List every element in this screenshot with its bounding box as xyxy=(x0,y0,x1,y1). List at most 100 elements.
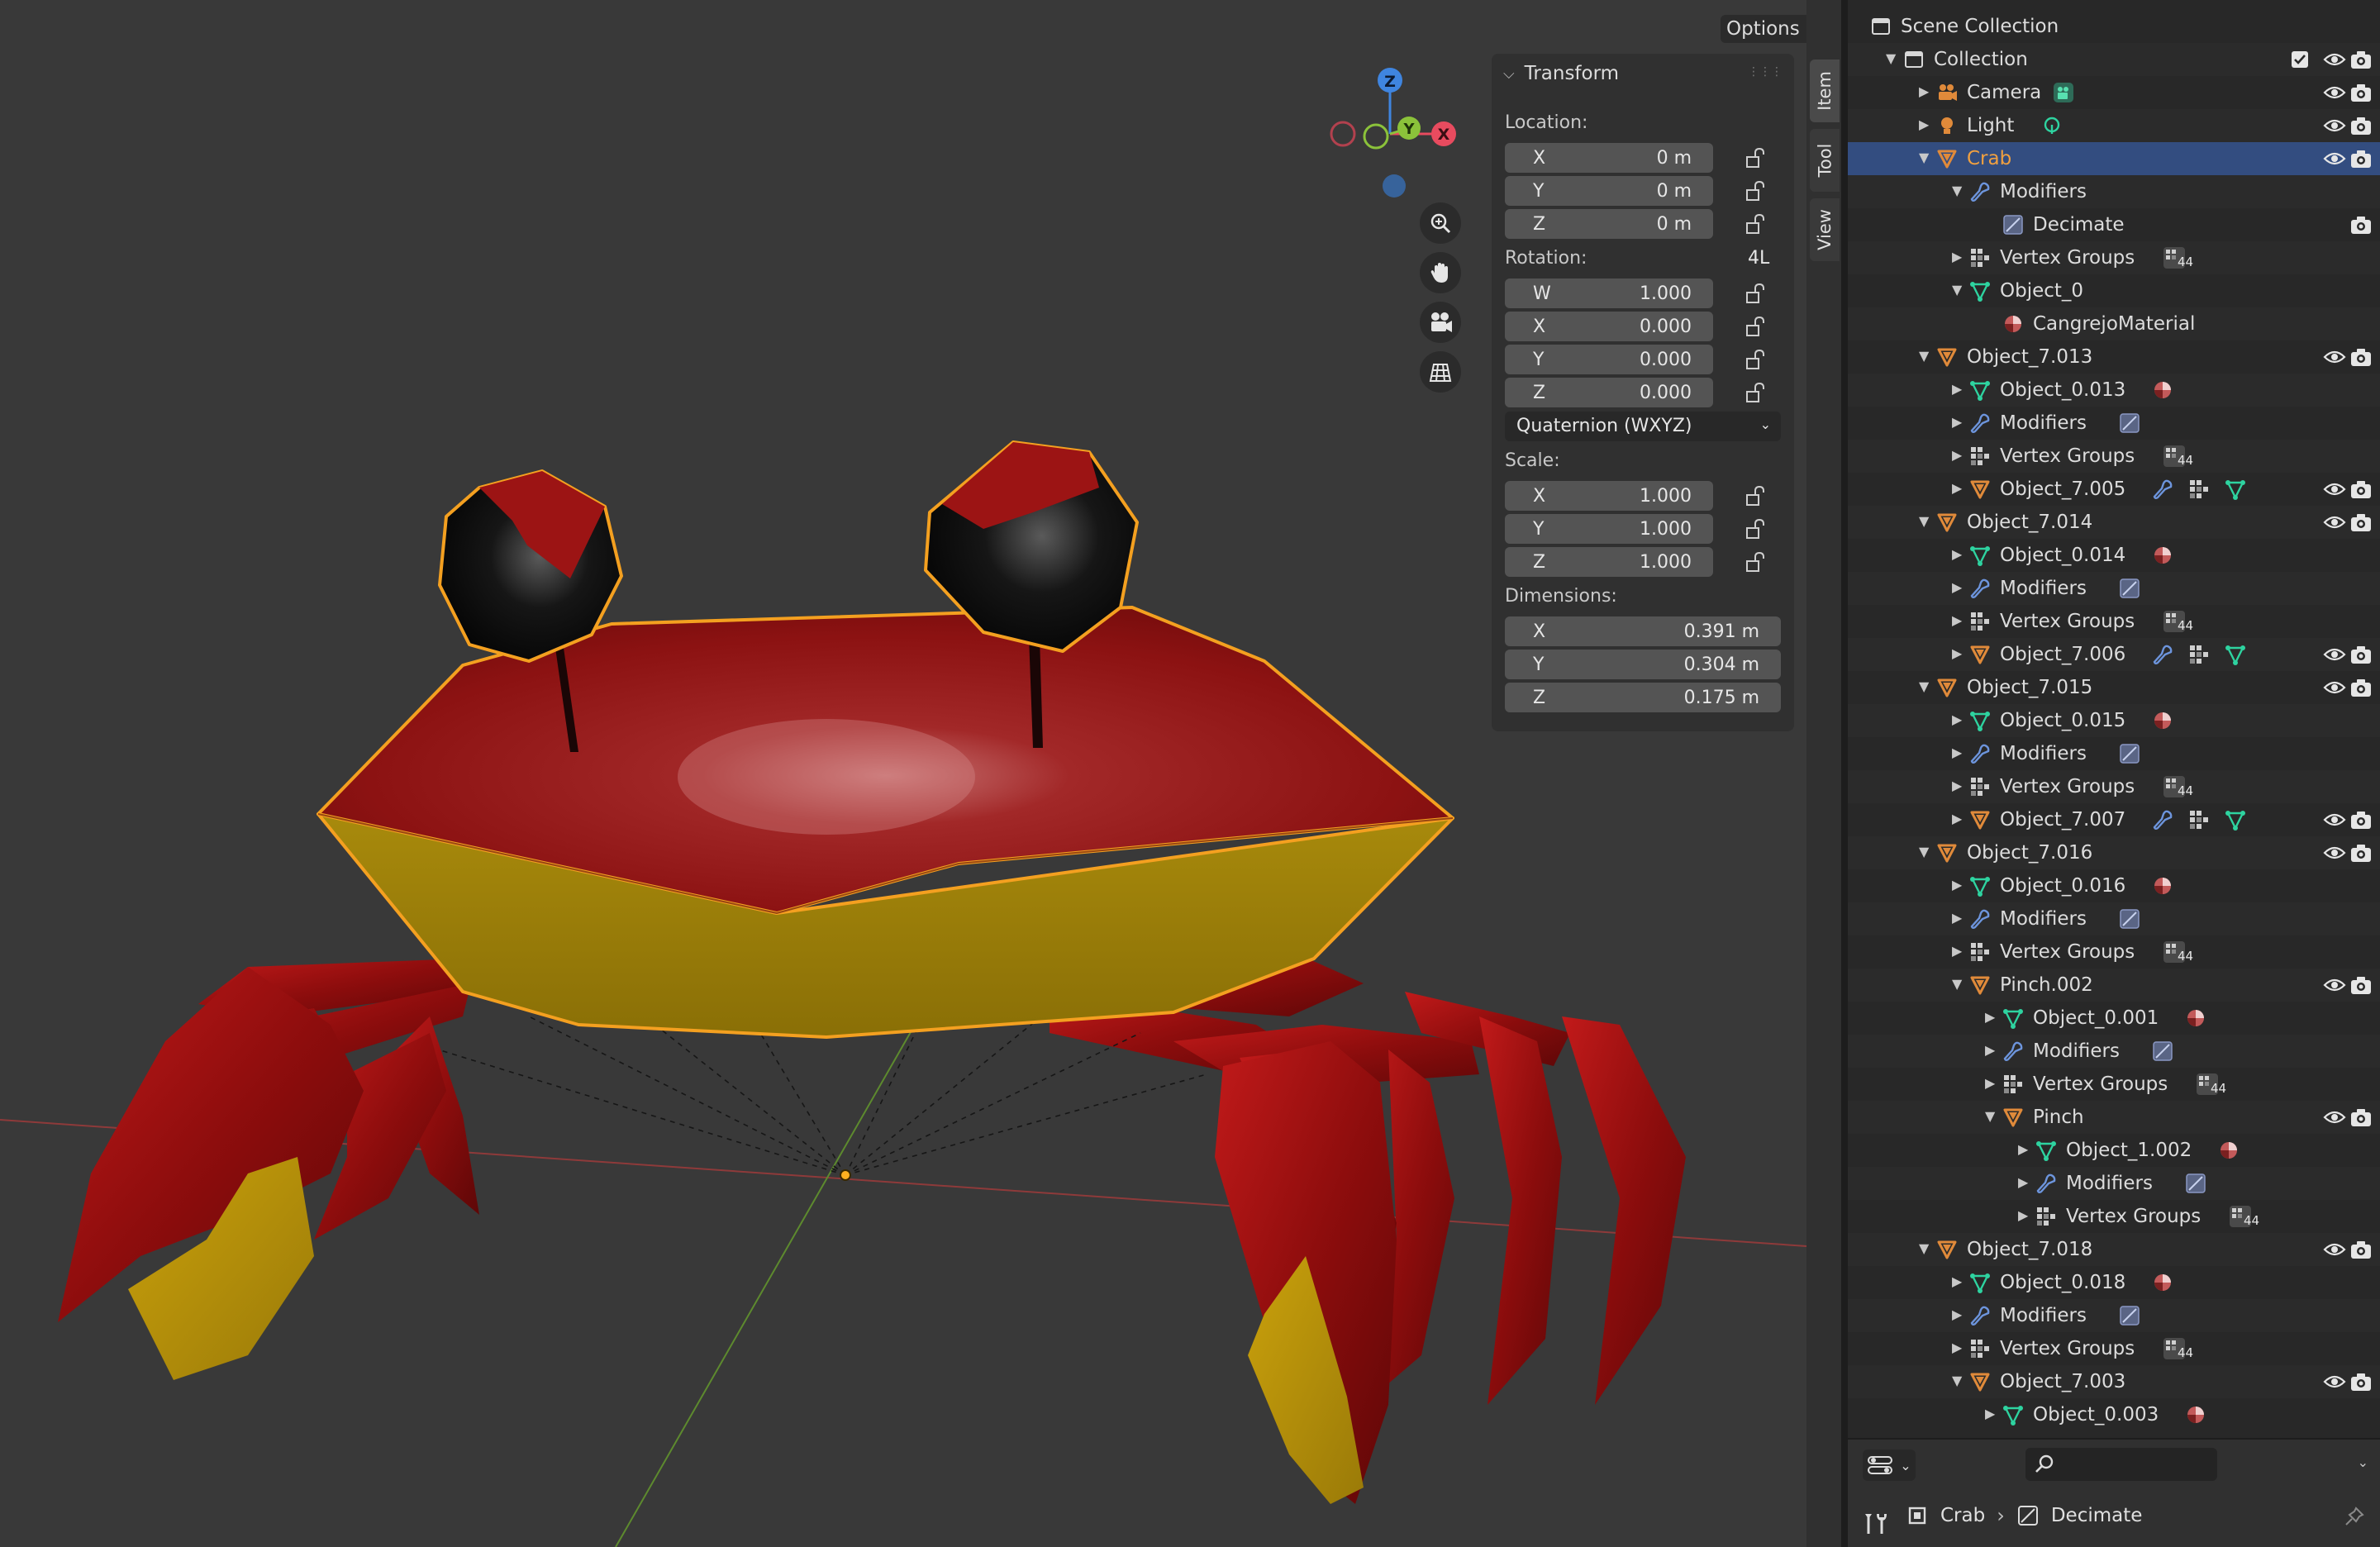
outliner-row[interactable]: ▶ Object_0.013 xyxy=(1848,374,2380,407)
material-icon[interactable] xyxy=(2184,1403,2207,1426)
tab-view[interactable]: View xyxy=(1810,198,1840,261)
render-camera-icon[interactable] xyxy=(2349,677,2373,698)
outliner-row[interactable]: ▶ Light xyxy=(1848,109,2380,142)
expand-triangle-icon[interactable]: ▶ xyxy=(1952,1340,1962,1355)
material-icon[interactable] xyxy=(2151,544,2174,567)
decimate-icon[interactable] xyxy=(2184,1172,2207,1195)
outliner-row[interactable]: ▶ Vertex Groups 44 xyxy=(1848,1068,2380,1101)
expand-triangle-icon[interactable]: ▶ xyxy=(2018,1174,2028,1190)
location-y-field[interactable]: Y 0 m xyxy=(1505,176,1713,206)
outliner-row[interactable]: ▼ Object_7.016 xyxy=(1848,836,2380,869)
lock-open-icon[interactable] xyxy=(1743,178,1768,203)
outliner[interactable]: Scene Collection ▼ Collection ▶ Camera ▶ Light… xyxy=(1848,0,2380,1438)
render-camera-icon[interactable] xyxy=(2349,115,2373,136)
collapse-triangle-icon[interactable]: ▼ xyxy=(1952,1373,1962,1388)
vertex-groups-icon[interactable] xyxy=(2187,478,2211,501)
collapse-triangle-icon[interactable]: ▼ xyxy=(1985,1108,1995,1124)
expand-triangle-icon[interactable]: ▶ xyxy=(1952,249,1962,264)
pin-icon[interactable] xyxy=(2344,1506,2365,1527)
outliner-row[interactable]: ▶ Modifiers xyxy=(1848,1035,2380,1068)
collapse-triangle-icon[interactable]: ▼ xyxy=(1952,183,1962,198)
decimate-icon[interactable] xyxy=(2118,742,2141,765)
collapse-triangle-icon[interactable]: ▼ xyxy=(1919,150,1929,165)
visibility-eye-icon[interactable] xyxy=(2323,512,2346,532)
properties-search-input[interactable] xyxy=(2025,1448,2217,1481)
outliner-row[interactable]: ▶ Modifiers xyxy=(1848,737,2380,770)
breadcrumb-modifier[interactable]: Decimate xyxy=(2051,1505,2143,1526)
render-camera-icon[interactable] xyxy=(2349,82,2373,103)
outliner-row[interactable]: ▼ Pinch.002 xyxy=(1848,969,2380,1002)
expand-triangle-icon[interactable]: ▶ xyxy=(1985,1009,1995,1025)
expand-triangle-icon[interactable]: ▶ xyxy=(1952,414,1962,430)
material-icon[interactable] xyxy=(2184,1007,2207,1030)
exclude-checkbox[interactable] xyxy=(2292,51,2308,68)
visibility-eye-icon[interactable] xyxy=(2323,1240,2346,1259)
outliner-row[interactable]: ▶ Object_0.001 xyxy=(1848,1002,2380,1035)
render-camera-icon[interactable] xyxy=(2349,1371,2373,1392)
render-camera-icon[interactable] xyxy=(2349,148,2373,169)
expand-triangle-icon[interactable]: ▶ xyxy=(1952,480,1962,496)
render-camera-icon[interactable] xyxy=(2349,49,2373,70)
render-camera-icon[interactable] xyxy=(2349,478,2373,500)
visibility-eye-icon[interactable] xyxy=(2323,50,2346,69)
outliner-row[interactable]: ▶ Camera xyxy=(1848,76,2380,109)
render-camera-icon[interactable] xyxy=(2349,346,2373,368)
expand-triangle-icon[interactable]: ▶ xyxy=(1952,778,1962,793)
render-camera-icon[interactable] xyxy=(2349,842,2373,864)
expand-triangle-icon[interactable]: ▶ xyxy=(2018,1207,2028,1223)
outliner-row[interactable]: ▶ Object_0.015 xyxy=(1848,704,2380,737)
tab-tool[interactable]: Tool xyxy=(1810,129,1840,192)
material-icon[interactable] xyxy=(2151,1271,2174,1294)
collapse-triangle-icon[interactable]: ▼ xyxy=(1919,348,1929,364)
outliner-row[interactable]: ▶ Vertex Groups 44 xyxy=(1848,241,2380,274)
expand-triangle-icon[interactable]: ▶ xyxy=(1952,712,1962,727)
outliner-row[interactable]: ▼ Object_7.015 xyxy=(1848,671,2380,704)
expand-triangle-icon[interactable]: ▶ xyxy=(1952,546,1962,562)
lock-open-icon[interactable] xyxy=(1743,516,1768,541)
render-camera-icon[interactable] xyxy=(2349,512,2373,533)
lock-open-icon[interactable] xyxy=(1743,212,1768,236)
expand-triangle-icon[interactable]: ▶ xyxy=(1952,612,1962,628)
material-icon[interactable] xyxy=(2151,378,2174,402)
outliner-row[interactable]: ▶ Modifiers xyxy=(1848,902,2380,935)
camera-view-button[interactable] xyxy=(1420,302,1461,343)
mesh-data-icon[interactable] xyxy=(2224,808,2247,831)
rotation-w-field[interactable]: W 1.000 xyxy=(1505,278,1713,308)
lock-open-icon[interactable] xyxy=(1743,281,1768,306)
outliner-row[interactable]: ▶ Vertex Groups 44 xyxy=(1848,440,2380,473)
visibility-eye-icon[interactable] xyxy=(2323,975,2346,995)
pan-button[interactable] xyxy=(1420,252,1461,293)
material-icon[interactable] xyxy=(2217,1139,2240,1162)
expand-triangle-icon[interactable]: ▶ xyxy=(1952,811,1962,826)
visibility-eye-icon[interactable] xyxy=(2323,678,2346,697)
decimate-icon[interactable] xyxy=(2118,907,2141,931)
outliner-row[interactable]: CangrejoMaterial xyxy=(1848,307,2380,340)
outliner-row[interactable]: ▼ Object_7.018 xyxy=(1848,1233,2380,1266)
outliner-row[interactable]: ▶ Object_0.003 xyxy=(1848,1398,2380,1431)
outliner-row[interactable]: ▶ Modifiers xyxy=(1848,407,2380,440)
vertex-groups-icon[interactable] xyxy=(2187,643,2211,666)
mesh-data-icon[interactable] xyxy=(2224,478,2247,501)
scale-z-field[interactable]: Z 1.000 xyxy=(1505,547,1713,577)
outliner-row[interactable]: ▼ Pinch xyxy=(1848,1101,2380,1134)
wrench-icon[interactable] xyxy=(2151,643,2174,666)
breadcrumb-object[interactable]: Crab xyxy=(1940,1505,1985,1526)
lock-open-icon[interactable] xyxy=(1743,380,1768,405)
location-x-field[interactable]: X 0 m xyxy=(1505,143,1713,173)
ortho-toggle-button[interactable] xyxy=(1420,351,1461,393)
options-dropdown-chevron[interactable]: ⌄ xyxy=(2358,1454,2368,1470)
outliner-row[interactable]: ▼ Modifiers xyxy=(1848,175,2380,208)
outliner-row[interactable]: ▼ Crab xyxy=(1848,142,2380,175)
rotation-z-field[interactable]: Z 0.000 xyxy=(1505,378,1713,407)
expand-triangle-icon[interactable]: ▶ xyxy=(1952,877,1962,892)
material-icon[interactable] xyxy=(2151,874,2174,897)
lock-open-icon[interactable] xyxy=(1743,314,1768,339)
visibility-eye-icon[interactable] xyxy=(2323,1372,2346,1392)
collapse-triangle-icon[interactable]: ▼ xyxy=(1919,1240,1929,1256)
lock-open-icon[interactable] xyxy=(1743,550,1768,574)
render-camera-icon[interactable] xyxy=(2349,809,2373,831)
render-camera-icon[interactable] xyxy=(2349,214,2373,236)
outliner-row[interactable]: Decimate xyxy=(1848,208,2380,241)
dimensions-x-field[interactable]: X 0.391 m xyxy=(1505,616,1781,646)
expand-triangle-icon[interactable]: ▶ xyxy=(1985,1075,1995,1091)
